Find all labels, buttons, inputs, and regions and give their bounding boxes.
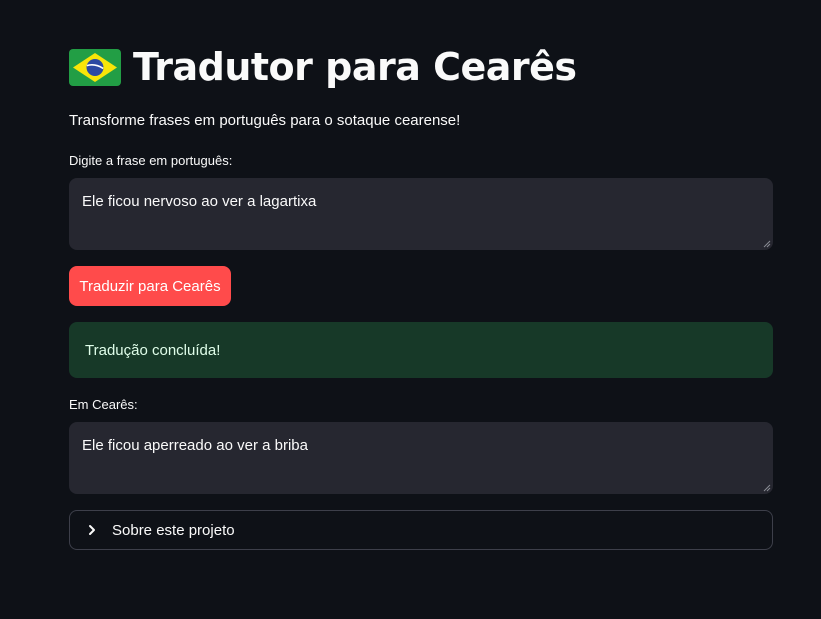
input-label: Digite a frase em português: (69, 153, 233, 168)
success-alert-text: Tradução concluída! (85, 341, 221, 359)
page-subtitle: Transforme frases em português para o so… (69, 112, 461, 129)
portuguese-text-input[interactable]: Ele ficou nervoso ao ver a lagartixa (69, 178, 773, 250)
brazil-flag-icon (69, 48, 121, 86)
cearense-text-output[interactable]: Ele ficou aperreado ao ver a briba (69, 422, 773, 494)
page-title: Tradutor para Cearês (69, 40, 577, 94)
chevron-right-icon (89, 525, 95, 535)
page-title-text: Tradutor para Cearês (133, 45, 577, 89)
cearense-text-value: Ele ficou aperreado ao ver a briba (82, 437, 308, 454)
translate-button[interactable]: Traduzir para Cearês (69, 266, 231, 306)
resize-handle-icon[interactable] (763, 484, 771, 492)
about-project-expander[interactable]: Sobre este projeto (69, 510, 773, 550)
app-page: Tradutor para Cearês Transforme frases e… (0, 0, 821, 619)
about-project-label: Sobre este projeto (112, 521, 235, 539)
output-label: Em Cearês: (69, 397, 138, 412)
portuguese-text-value: Ele ficou nervoso ao ver a lagartixa (82, 193, 317, 210)
success-alert: Tradução concluída! (69, 322, 773, 378)
resize-handle-icon[interactable] (763, 240, 771, 248)
